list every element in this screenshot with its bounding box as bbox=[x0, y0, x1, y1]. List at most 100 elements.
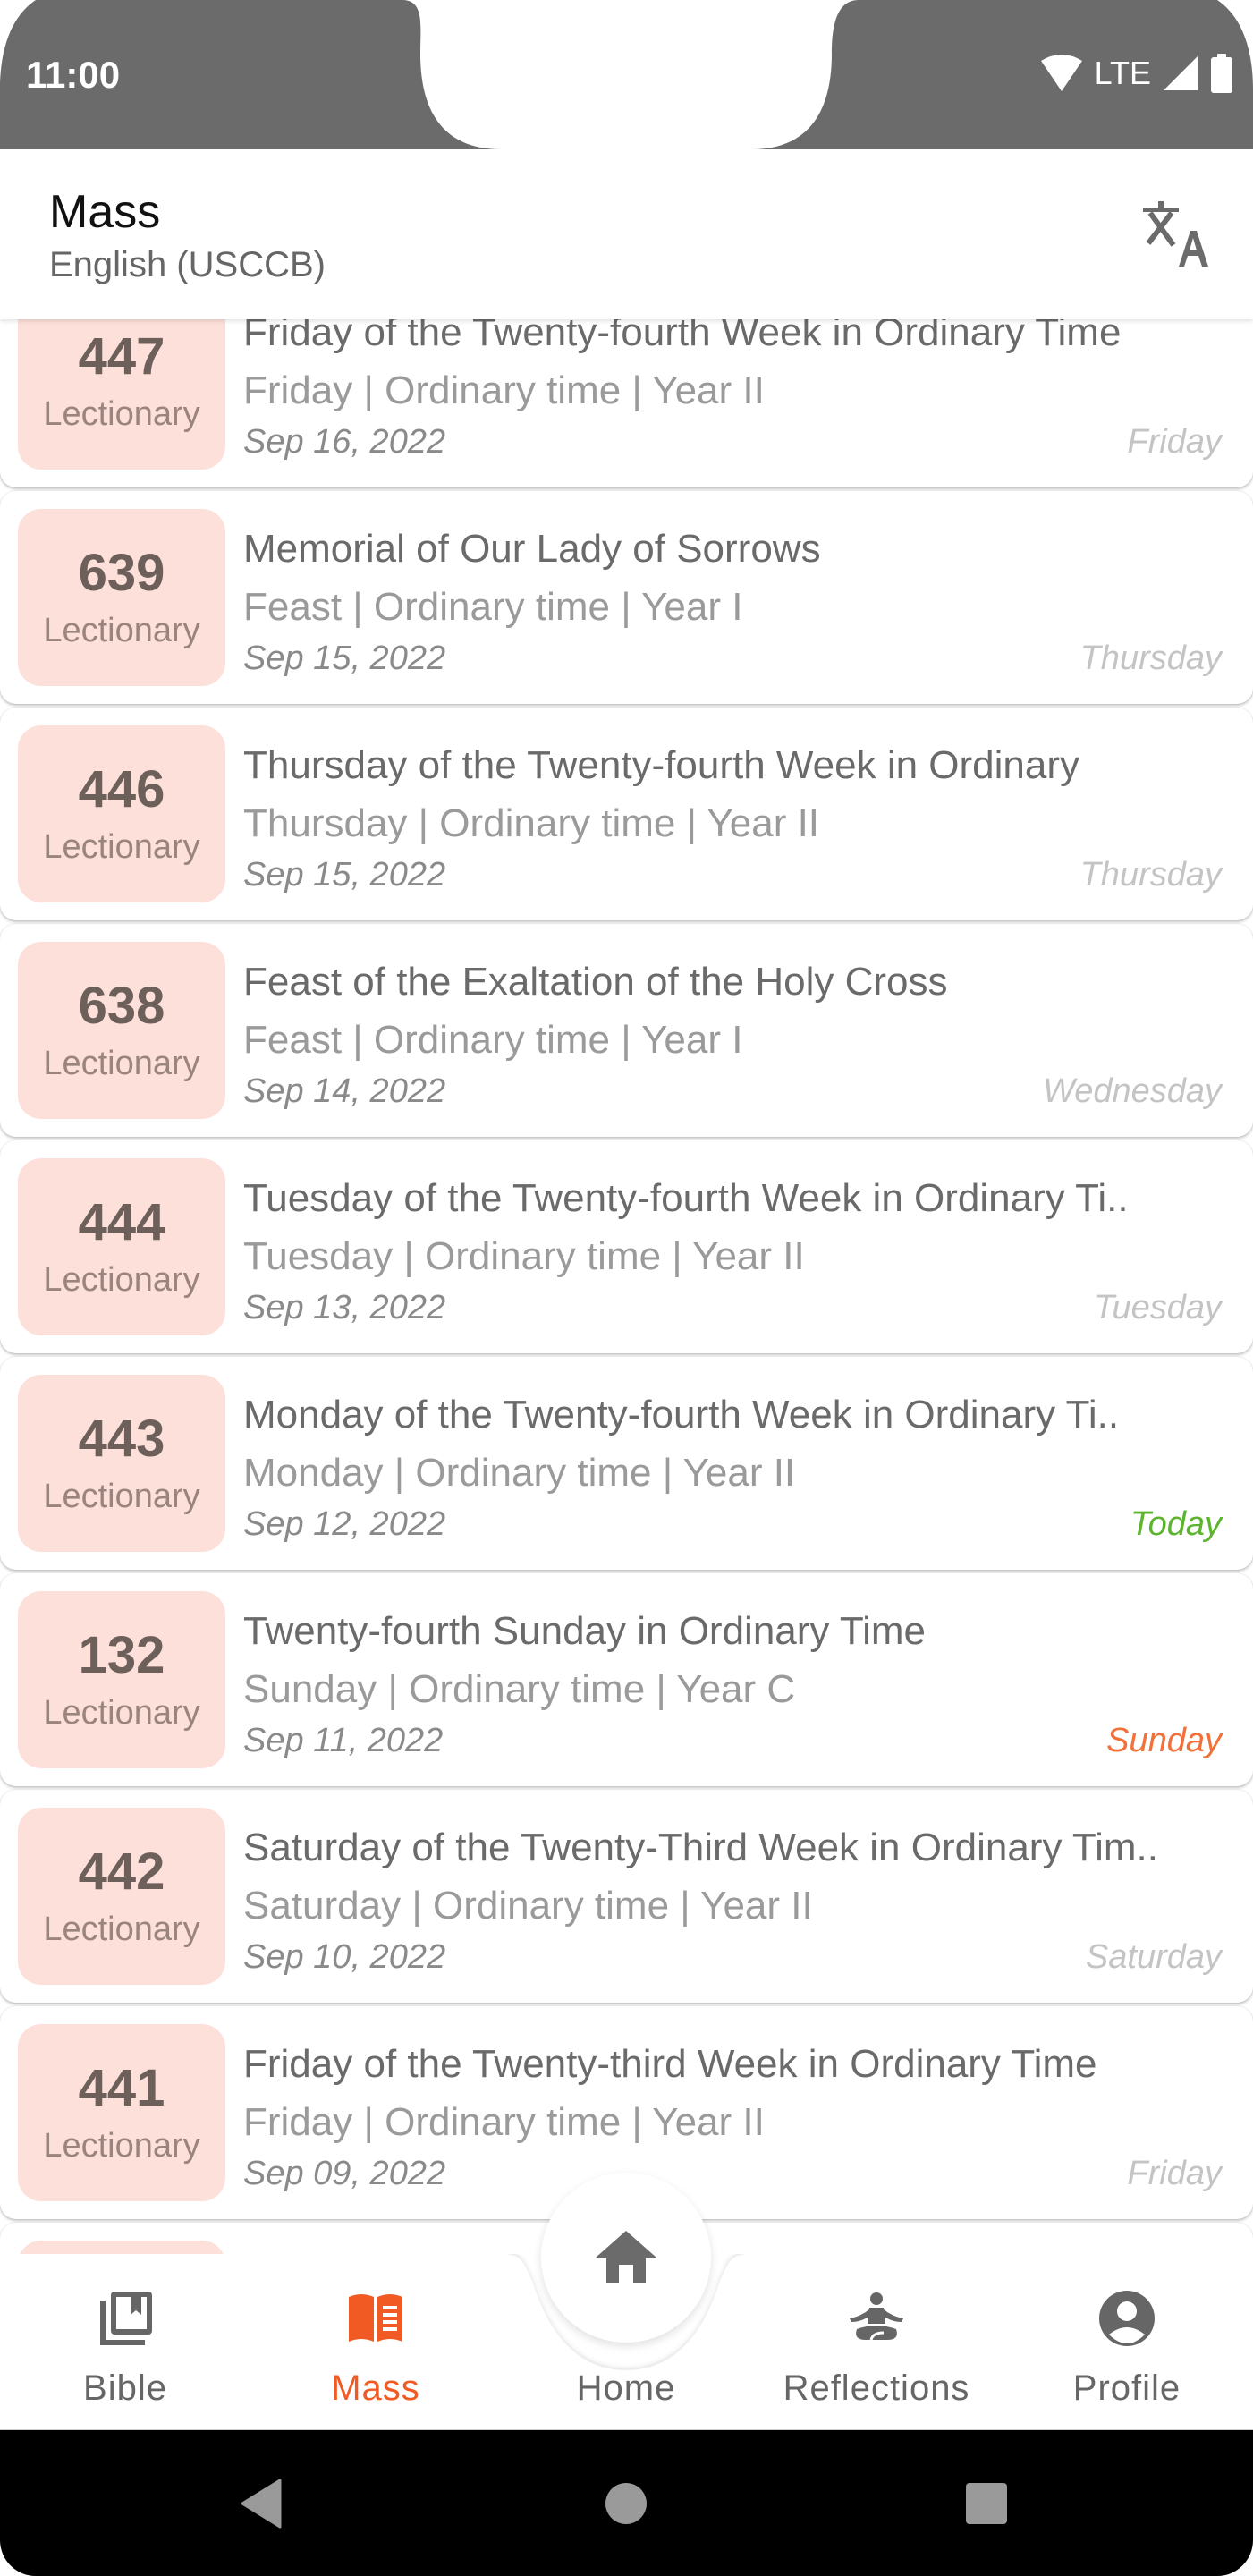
lectionary-label: Lectionary bbox=[43, 1045, 200, 1082]
reading-date: Sep 10, 2022 bbox=[243, 1938, 446, 1976]
nav-bible[interactable]: Bible bbox=[36, 2290, 215, 2415]
nav-reflections[interactable]: Reflections bbox=[783, 2290, 969, 2415]
lectionary-badge: 442 Lectionary bbox=[18, 1808, 225, 1985]
reading-subtitle: Friday | Ordinary time | Year II bbox=[243, 369, 765, 412]
nav-mass[interactable]: Mass bbox=[286, 2290, 465, 2415]
reading-subtitle: Tuesday | Ordinary time | Year II bbox=[243, 1234, 805, 1278]
status-icons: LTE bbox=[1039, 54, 1233, 93]
nav-label: Bible bbox=[83, 2368, 167, 2408]
reading-weekday: Thursday bbox=[1079, 856, 1222, 894]
reading-date: Sep 16, 2022 bbox=[243, 423, 446, 461]
lectionary-badge: 132 Lectionary bbox=[18, 1591, 225, 1768]
system-recents-button[interactable] bbox=[960, 2477, 1013, 2530]
lectionary-badge: 638 Lectionary bbox=[18, 942, 225, 1119]
lectionary-label: Lectionary bbox=[43, 828, 200, 866]
reading-title: Tuesday of the Twenty-fourth Week in Ord… bbox=[243, 1176, 1129, 1220]
reading-card[interactable]: 639 Lectionary Memorial of Our Lady of S… bbox=[0, 491, 1253, 704]
lectionary-label: Lectionary bbox=[43, 1911, 200, 1948]
lectionary-number: 639 bbox=[78, 544, 165, 602]
reading-subtitle: Friday | Ordinary time | Year II bbox=[243, 2100, 765, 2144]
reading-date: Sep 13, 2022 bbox=[243, 1289, 446, 1326]
lectionary-number: 638 bbox=[78, 977, 165, 1035]
reading-title: Twenty-fourth Sunday in Ordinary Time bbox=[243, 1609, 926, 1653]
reading-card[interactable]: 132 Lectionary Twenty-fourth Sunday in O… bbox=[0, 1573, 1253, 1786]
reading-subtitle: Monday | Ordinary time | Year II bbox=[243, 1451, 796, 1495]
reading-title: Thursday of the Twenty-fourth Week in Or… bbox=[243, 743, 1080, 787]
reading-card[interactable]: 638 Lectionary Feast of the Exaltation o… bbox=[0, 924, 1253, 1137]
system-back-button[interactable] bbox=[234, 2477, 288, 2530]
system-home-button[interactable] bbox=[599, 2477, 653, 2530]
home-circle-icon bbox=[605, 2483, 647, 2524]
lectionary-label: Lectionary bbox=[43, 1261, 200, 1299]
reading-date: Sep 15, 2022 bbox=[243, 640, 446, 677]
lectionary-badge: 639 Lectionary bbox=[18, 509, 225, 686]
wifi-icon bbox=[1040, 55, 1082, 91]
reading-subtitle: Thursday | Ordinary time | Year II bbox=[243, 801, 820, 845]
lectionary-label: Lectionary bbox=[43, 2127, 200, 2165]
nav-profile[interactable]: Profile bbox=[1037, 2290, 1216, 2415]
back-icon bbox=[241, 2479, 282, 2529]
translate-icon bbox=[1143, 201, 1208, 267]
reading-title: Monday of the Twenty-fourth Week in Ordi… bbox=[243, 1393, 1120, 1436]
status-time: 11:00 bbox=[26, 54, 121, 96]
lectionary-badge: 444 Lectionary bbox=[18, 1158, 225, 1335]
reading-weekday: Friday bbox=[1127, 2155, 1222, 2192]
reading-date: Sep 11, 2022 bbox=[243, 1722, 444, 1759]
mass-book-icon bbox=[349, 2294, 402, 2342]
reading-weekday: Saturday bbox=[1085, 1938, 1222, 1976]
reading-date: Sep 15, 2022 bbox=[243, 856, 446, 894]
reading-weekday: Thursday bbox=[1079, 640, 1222, 677]
battery-icon bbox=[1211, 54, 1232, 93]
reading-title: Memorial of Our Lady of Sorrows bbox=[243, 527, 821, 571]
lectionary-number: 132 bbox=[78, 1626, 165, 1684]
reading-card[interactable]: 442 Lectionary Saturday of the Twenty-Th… bbox=[0, 1790, 1253, 2003]
reading-date: Sep 12, 2022 bbox=[243, 1505, 446, 1543]
reading-date: Sep 09, 2022 bbox=[243, 2155, 446, 2192]
reading-title: Saturday of the Twenty-Third Week in Ord… bbox=[243, 1826, 1158, 1869]
reading-weekday: Friday bbox=[1127, 423, 1222, 461]
translate-button[interactable] bbox=[1137, 194, 1217, 275]
lectionary-label: Lectionary bbox=[43, 612, 200, 649]
reading-weekday: Tuesday bbox=[1094, 1289, 1222, 1326]
reading-weekday: Sunday bbox=[1106, 1722, 1222, 1759]
recents-icon bbox=[966, 2483, 1007, 2524]
reading-subtitle: Feast | Ordinary time | Year I bbox=[243, 1018, 743, 1062]
nav-label: Mass bbox=[331, 2368, 420, 2408]
lectionary-badge: 441 Lectionary bbox=[18, 2024, 225, 2201]
lectionary-badge: 443 Lectionary bbox=[18, 1375, 225, 1552]
reading-title: Feast of the Exaltation of the Holy Cros… bbox=[243, 960, 948, 1004]
reading-subtitle: Feast | Ordinary time | Year I bbox=[243, 585, 743, 629]
system-navigation-bar bbox=[0, 2429, 1253, 2576]
reading-weekday: Wednesday bbox=[1043, 1072, 1222, 1110]
reading-card[interactable]: 446 Lectionary Thursday of the Twenty-fo… bbox=[0, 708, 1253, 920]
profile-icon bbox=[1099, 2291, 1155, 2346]
lectionary-number: 443 bbox=[78, 1410, 165, 1468]
reading-card[interactable]: 444 Lectionary Tuesday of the Twenty-fou… bbox=[0, 1140, 1253, 1353]
home-button[interactable] bbox=[541, 2173, 711, 2343]
nav-label: Profile bbox=[1072, 2368, 1181, 2408]
lectionary-label: Lectionary bbox=[43, 1478, 200, 1515]
meditation-icon bbox=[850, 2292, 903, 2341]
lectionary-number: 441 bbox=[78, 2059, 165, 2117]
reading-card[interactable]: 443 Lectionary Monday of the Twenty-four… bbox=[0, 1357, 1253, 1570]
reading-subtitle: Sunday | Ordinary time | Year C bbox=[243, 1667, 796, 1711]
lectionary-number: 447 bbox=[78, 327, 165, 386]
lectionary-number: 442 bbox=[78, 1843, 165, 1901]
page-title: Mass bbox=[49, 186, 161, 238]
nav-label: Reflections bbox=[783, 2368, 970, 2408]
lectionary-badge: 446 Lectionary bbox=[18, 725, 225, 902]
nav-home-label: Home bbox=[576, 2368, 676, 2408]
reading-subtitle: Saturday | Ordinary time | Year II bbox=[243, 1884, 813, 1928]
signal-icon bbox=[1164, 56, 1198, 90]
reading-date: Sep 14, 2022 bbox=[243, 1072, 446, 1110]
app-header: Mass English (USCCB) bbox=[0, 149, 1253, 319]
reading-title: Friday of the Twenty-third Week in Ordin… bbox=[243, 2042, 1097, 2086]
lectionary-number: 446 bbox=[78, 760, 165, 818]
lectionary-label: Lectionary bbox=[43, 1694, 200, 1732]
network-type: LTE bbox=[1094, 55, 1151, 91]
language-subtitle: English (USCCB) bbox=[49, 245, 326, 284]
bible-icon bbox=[100, 2292, 152, 2345]
lectionary-label: Lectionary bbox=[43, 395, 200, 433]
today-indicator: Today bbox=[1130, 1505, 1222, 1543]
lectionary-number: 444 bbox=[78, 1193, 165, 1251]
